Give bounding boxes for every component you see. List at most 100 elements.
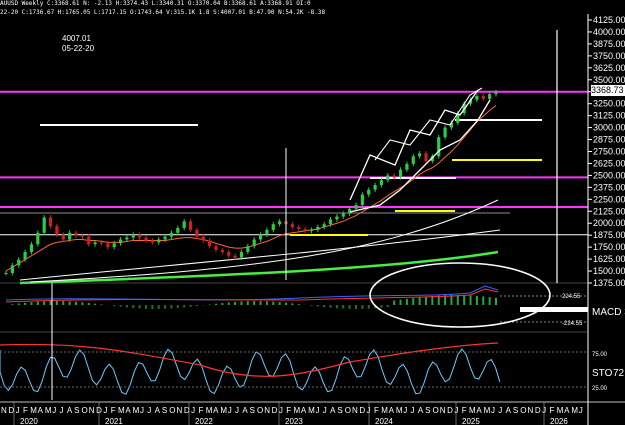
- macd-histogram-bar: [265, 301, 268, 305]
- sto-low-label: 25.00: [592, 386, 608, 392]
- macd-histogram-bar: [310, 305, 313, 306]
- x-month-label: A: [242, 406, 248, 415]
- header-line-2: 22-20 C:1736.67 H:1765.05 L:1717.15 O:17…: [0, 9, 326, 16]
- price-candle: [252, 239, 256, 247]
- x-month-label: A: [38, 406, 44, 415]
- x-month-label: J: [228, 406, 232, 415]
- price-candle: [258, 234, 263, 240]
- price-candle: [61, 234, 65, 240]
- macd-histogram-bar: [119, 305, 122, 307]
- x-axis-ticks: NDJFMAMJJASONDJFMAMJJASONDJFMAMJJASONDJF…: [1, 402, 583, 425]
- macd-histogram-bar: [291, 303, 294, 305]
- y-tick-label: 4000.00: [593, 27, 625, 37]
- x-year-label: 2026: [550, 417, 568, 425]
- x-month-label: J: [279, 406, 283, 415]
- price-candle: [118, 239, 123, 244]
- price-candle: [354, 205, 358, 209]
- chart-canvas: 224.55 -224.55 MACD 3 75.00 25.00 STO72 4125…: [0, 14, 625, 425]
- macd-histogram-bar: [361, 305, 364, 309]
- last-price-tag: 3368.73: [591, 85, 625, 96]
- price-candle: [42, 217, 46, 233]
- price-candle: [227, 251, 231, 256]
- x-month-label: J: [323, 406, 327, 415]
- price-candle: [488, 94, 492, 99]
- macd-histogram-bar: [329, 305, 332, 308]
- price-candle: [322, 224, 326, 228]
- macd-histogram-bar: [386, 305, 389, 308]
- macd-histogram-bar: [259, 301, 262, 305]
- x-month-label: M: [308, 406, 315, 415]
- price-candle: [10, 265, 14, 273]
- x-month-label: F: [462, 406, 467, 415]
- x-month-label: J: [411, 406, 415, 415]
- price-candle: [36, 232, 40, 245]
- x-month-label: A: [389, 406, 395, 415]
- price-candle: [303, 228, 307, 231]
- price-candle: [176, 228, 180, 233]
- macd-histogram-bar: [68, 301, 71, 305]
- x-month-label: J: [491, 406, 495, 415]
- x-month-label: S: [513, 406, 518, 415]
- y-axis-ticks: 4125.00 4000.00 3875.00 3750.00 3625.00 3500.…: [0, 14, 625, 425]
- macd-histogram-bar: [285, 302, 287, 305]
- price-candle: [405, 163, 409, 170]
- x-month-label: A: [506, 406, 512, 415]
- price-candle: [112, 243, 116, 248]
- macd-histogram-bar: [246, 301, 249, 305]
- macd-histogram-bar: [431, 296, 434, 305]
- macd-histogram-bar: [81, 302, 84, 305]
- price-candle: [386, 175, 390, 181]
- x-year-label: 2021: [105, 417, 123, 425]
- price-candle: [23, 251, 27, 260]
- y-tick-label: 3125.00: [593, 111, 625, 121]
- x-month-label: S: [74, 406, 79, 415]
- y-tick-label: 1750.00: [593, 242, 625, 252]
- x-month-label: J: [454, 406, 458, 415]
- x-month-label: J: [60, 406, 64, 415]
- price-candle: [214, 246, 218, 251]
- x-month-label: S: [425, 406, 430, 415]
- price-candle: [278, 221, 282, 225]
- x-month-label: O: [81, 406, 87, 415]
- macd-histogram-bar: [62, 301, 65, 305]
- y-tick-label: 3625.00: [593, 63, 625, 73]
- macd-line: [5, 285, 499, 301]
- y-tick-label: 3250.00: [593, 99, 625, 109]
- x-month-label: N: [264, 406, 270, 415]
- macd-histogram-bar: [253, 301, 256, 305]
- sto-value: 72: [613, 368, 625, 379]
- macd-level-label: 224.55: [562, 294, 581, 300]
- macd-histogram-bar: [113, 305, 116, 307]
- y-tick-label: 2875.00: [593, 135, 625, 145]
- price-candle: [169, 232, 174, 237]
- x-month-label: F: [198, 406, 203, 415]
- price-candle: [131, 234, 135, 238]
- price-candle: [106, 243, 110, 248]
- price-candle: [157, 239, 161, 243]
- macd-histogram-bar: [399, 299, 402, 305]
- price-candle: [144, 237, 148, 241]
- x-month-label: N: [528, 406, 534, 415]
- y-tick-label: 2375.00: [593, 182, 625, 192]
- x-month-label: A: [213, 406, 219, 415]
- macd-histogram-bar: [469, 295, 472, 305]
- price-candle: [341, 213, 345, 217]
- price-candle: [246, 246, 250, 252]
- x-month-label: M: [206, 406, 213, 415]
- macd-histogram-bar: [183, 305, 186, 308]
- macd-histogram-bar: [125, 305, 128, 308]
- price-candle: [290, 224, 294, 228]
- x-month-label: O: [432, 406, 438, 415]
- price-candle: [418, 153, 422, 157]
- macd-histogram-bar: [176, 305, 179, 309]
- macd-histogram-bar: [43, 301, 46, 305]
- x-month-label: A: [330, 406, 336, 415]
- highlight-ellipse: [369, 262, 551, 328]
- x-month-label: O: [169, 406, 175, 415]
- x-month-label: N: [89, 406, 95, 415]
- macd-histogram-bar: [75, 301, 77, 305]
- macd-histogram-bar: [272, 301, 275, 305]
- y-tick-label: 2000.00: [593, 218, 625, 228]
- horizontal-levels: [0, 90, 588, 236]
- annotation-value: 4007.01: [62, 34, 91, 43]
